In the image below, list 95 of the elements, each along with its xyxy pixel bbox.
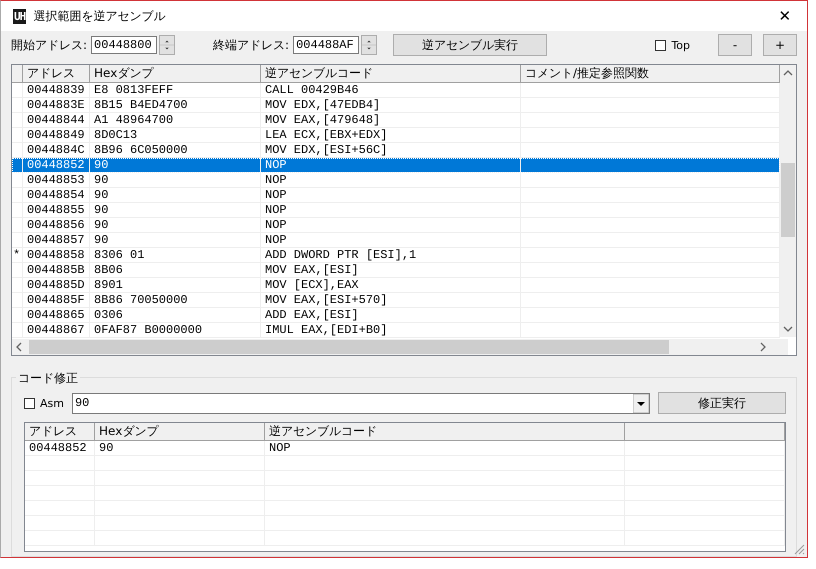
checkbox[interactable] <box>24 398 35 408</box>
column-header[interactable]: Hexダンプ <box>95 423 265 440</box>
table-cell: 00448856 <box>23 218 90 232</box>
group-title: コード修正 <box>16 370 80 387</box>
table-row[interactable]: 00448839 E8 0813FEFF CALL 00429B46 <box>12 83 780 98</box>
table-cell: 00448839 <box>23 83 90 97</box>
table-cell: 8306 01 <box>90 248 261 262</box>
table-cell: NOP <box>261 158 521 172</box>
table-cell: 8B96 6C050000 <box>90 143 261 157</box>
table-row[interactable]: 0044885D 8901 MOV [ECX],EAX <box>12 278 780 293</box>
start-address-label: 開始アドレス: <box>11 36 88 54</box>
column-header[interactable]: アドレス <box>25 423 95 440</box>
table-cell: E8 0813FEFF <box>90 83 261 97</box>
table-cell: 90 <box>90 203 261 217</box>
table-cell: 90 <box>90 218 261 232</box>
column-header[interactable]: 逆アセンブルコード <box>261 65 521 82</box>
table-cell: NOP <box>265 441 625 455</box>
table-cell: 8B86 70050000 <box>90 293 261 307</box>
table-cell: NOP <box>261 173 521 187</box>
table-cell: 0044884C <box>23 143 90 157</box>
column-header[interactable]: Hexダンプ <box>90 65 261 82</box>
spin-icon[interactable] <box>159 35 176 55</box>
end-address-label: 終端アドレス: <box>213 36 290 54</box>
table-row[interactable]: * 00448858 8306 01 ADD DWORD PTR [ESI],1 <box>12 248 780 263</box>
table-cell: NOP <box>261 233 521 247</box>
table-cell: 00448853 <box>23 173 90 187</box>
window-title: 選択範囲を逆アセンブル <box>33 8 166 24</box>
table-cell: 00448849 <box>23 128 90 142</box>
table-row[interactable]: 00448844 A1 48964700 MOV EAX,[479648] <box>12 113 780 128</box>
table-cell: 00448857 <box>23 233 90 247</box>
table-cell: 90 <box>90 173 261 187</box>
address-field[interactable]: 00448800 <box>91 36 158 54</box>
spin-icon[interactable] <box>361 35 378 55</box>
table-cell: MOV EAX,[ESI+570] <box>261 293 521 307</box>
table-cell: 00448855 <box>23 203 90 217</box>
table-row[interactable]: 00448856 90 NOP <box>12 218 780 233</box>
minus-button[interactable]: - <box>718 34 752 56</box>
table-cell: 00448852 <box>25 441 95 455</box>
table-row[interactable]: 00448852 90 NOP <box>12 158 780 173</box>
table-row[interactable]: 00448849 8D0C13 LEA ECX,[EBX+EDX] <box>12 128 780 143</box>
checkbox-label: Top <box>671 38 690 52</box>
table-cell: MOV EDX,[ESI+56C] <box>261 143 521 157</box>
table-cell: 8D0C13 <box>90 128 261 142</box>
table-row[interactable]: 00448855 90 NOP <box>12 203 780 218</box>
table-cell: MOV EDX,[47EDB4] <box>261 98 521 112</box>
table-cell: 0306 <box>90 308 261 322</box>
table-cell: 8B06 <box>90 263 261 277</box>
table-cell: 00448854 <box>23 188 90 202</box>
table-cell: 0044885D <box>23 278 90 292</box>
table-row[interactable]: 00448854 90 NOP <box>12 188 780 203</box>
table-cell: ADD EAX,[ESI] <box>261 308 521 322</box>
table-cell: 0FAF87 B0000000 <box>90 323 261 337</box>
table-cell: 0044885B <box>23 263 90 277</box>
table-cell: 90 <box>90 158 261 172</box>
table-row[interactable]: 00448857 90 NOP <box>12 233 780 248</box>
table-cell: IMUL EAX,[EDI+B0] <box>261 323 521 337</box>
table-cell: A1 48964700 <box>90 113 261 127</box>
table-cell: 90 <box>90 188 261 202</box>
table-row[interactable]: 0044883E 8B15 B4ED4700 MOV EDX,[47EDB4] <box>12 98 780 113</box>
table-cell: 8B15 B4ED4700 <box>90 98 261 112</box>
table-cell: 00448858 <box>23 248 90 262</box>
disassemble-button[interactable]: 逆アセンブル実行 <box>393 34 548 56</box>
table-row[interactable]: 00448867 0FAF87 B0000000 IMUL EAX,[EDI+B0] <box>12 323 780 338</box>
table-cell: MOV EAX,[ESI] <box>261 263 521 277</box>
plus-button[interactable]: + <box>763 34 797 56</box>
table-cell: 0044883E <box>23 98 90 112</box>
table-cell: 00448867 <box>23 323 90 337</box>
table-row[interactable]: 0044885B 8B06 MOV EAX,[ESI] <box>12 263 780 278</box>
table-cell: MOV [ECX],EAX <box>261 278 521 292</box>
table-cell: 90 <box>90 233 261 247</box>
app-logo: UH <box>13 8 26 24</box>
table-cell: 8901 <box>90 278 261 292</box>
table-cell: 00448844 <box>23 113 90 127</box>
close-button[interactable]: ✕ <box>763 1 807 31</box>
address-field[interactable]: 004488AF <box>293 36 360 54</box>
table-cell: 00448865 <box>23 308 90 322</box>
table-cell: NOP <box>261 188 521 202</box>
table-cell: ADD DWORD PTR [ESI],1 <box>261 248 521 262</box>
table-cell: 0044885F <box>23 293 90 307</box>
checkbox[interactable] <box>655 40 666 50</box>
table-cell: 00448852 <box>23 158 90 172</box>
column-header[interactable]: アドレス <box>23 65 90 82</box>
table-row[interactable]: 00448865 0306 ADD EAX,[ESI] <box>12 308 780 323</box>
apply-button[interactable]: 修正実行 <box>658 392 786 414</box>
table-cell: CALL 00429B46 <box>261 83 521 97</box>
table-cell: NOP <box>261 203 521 217</box>
table-cell: LEA ECX,[EBX+EDX] <box>261 128 521 142</box>
table-row[interactable]: 0044885F 8B86 70050000 MOV EAX,[ESI+570] <box>12 293 780 308</box>
checkbox-label: Asm <box>40 396 64 410</box>
column-header[interactable]: 逆アセンブルコード <box>265 423 625 440</box>
table-row[interactable]: 00448853 90 NOP <box>12 173 780 188</box>
table-cell: 90 <box>95 441 265 455</box>
table-cell: NOP <box>261 218 521 232</box>
resize-grip-icon[interactable] <box>793 543 805 555</box>
table-cell: MOV EAX,[479648] <box>261 113 521 127</box>
